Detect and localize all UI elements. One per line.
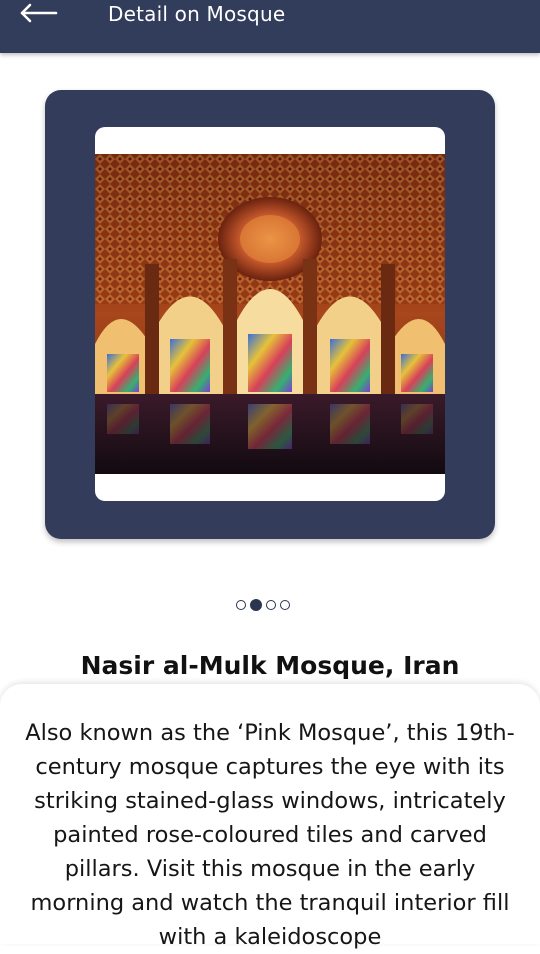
image-frame bbox=[95, 127, 445, 501]
arrow-left-icon bbox=[20, 3, 58, 23]
carousel-dot[interactable] bbox=[266, 600, 276, 610]
page-title: Detail on Mosque bbox=[108, 2, 286, 26]
carousel-indicator bbox=[236, 598, 290, 612]
app-bar: Detail on Mosque bbox=[0, 0, 540, 53]
place-title: Nasir al-Mulk Mosque, Iran bbox=[80, 651, 460, 680]
carousel-dot[interactable] bbox=[280, 600, 290, 610]
carousel-dot[interactable] bbox=[236, 600, 246, 610]
mosque-image[interactable] bbox=[95, 154, 445, 474]
carousel-dot-active[interactable] bbox=[250, 599, 262, 611]
place-description: Also known as the ‘Pink Mosque’, this 19… bbox=[25, 720, 515, 950]
back-button[interactable] bbox=[18, 0, 68, 26]
image-card[interactable] bbox=[45, 90, 495, 539]
